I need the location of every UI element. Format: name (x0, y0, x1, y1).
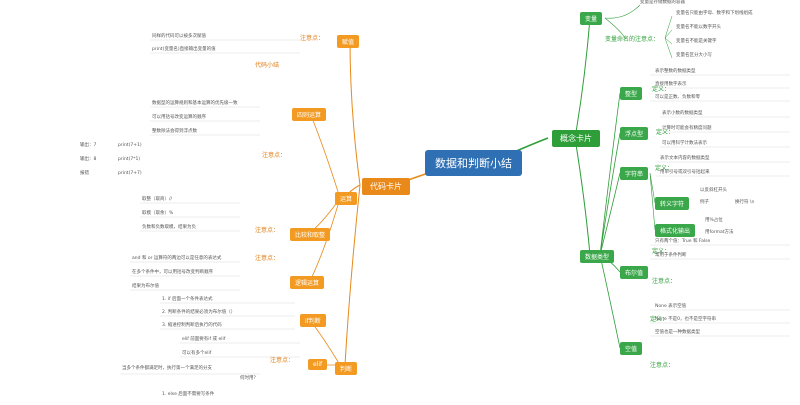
if-leaf: 3. 缩进控制判断后执行的代码 (162, 323, 222, 328)
arith-example: print(7+1) (118, 143, 142, 148)
logic-leaf: 在多个条件中，可以用括号改变判断顺序 (132, 270, 213, 275)
else-leaf: 1. else 后面不需要写条件 (162, 392, 215, 397)
logic-note-label: 注意点： (255, 255, 280, 262)
format-output-node[interactable]: 格式化输出 (655, 224, 696, 237)
naming-leaf: 变量名不能以数字开头 (676, 25, 721, 30)
compare-leaf: 取模（取余）% (142, 211, 174, 216)
arith-leaf: 数据型的运算规则和基本运算的优先级一致 (152, 101, 238, 106)
code-card-branch[interactable]: 代码卡片 (362, 178, 410, 195)
none-leaf: None 不是0，也不是空字符串 (655, 317, 717, 322)
connector (349, 39, 361, 186)
compare-leaf: 负数和负数取模，结果为负 (142, 225, 196, 230)
arith-node[interactable]: 四则运算 (292, 108, 327, 121)
naming-note: 变量命名的注意点： (605, 36, 660, 43)
bool-node[interactable]: 布尔值 (620, 266, 649, 279)
arith-example: print(7+7) (118, 171, 142, 176)
bool-leaf: 常用于条件判断 (655, 253, 687, 258)
connector (599, 92, 621, 349)
float-leaf: 计算时可能会有精度问题 (662, 126, 712, 131)
none-leaf: None 表示空值 (655, 304, 687, 309)
assign-leaf: print(变量名)直接输出变量的值 (152, 47, 216, 52)
judge-node[interactable]: 判断 (335, 362, 358, 375)
arith-example: 报错 (80, 171, 89, 176)
compare-node[interactable]: 比较和取整 (290, 228, 331, 241)
judge-note-label: 注意点： (270, 357, 295, 364)
connector (604, 4, 641, 19)
central-topic[interactable]: 数据和判断小结 (425, 150, 522, 176)
connector (574, 137, 591, 256)
escape-leaf: 例子 (700, 200, 709, 205)
naming-leaf: 变量名只能由字母、数字和下划线组成 (676, 11, 753, 16)
none-node[interactable]: 空值 (620, 342, 643, 355)
assign-node[interactable]: 赋值 (337, 35, 360, 48)
arith-leaf: 可以用括号改变运算的顺序 (152, 115, 206, 120)
arith-note-label: 注意点： (262, 152, 287, 159)
if-node[interactable]: if判断 (300, 314, 326, 327)
bool-leaf: 只有两个值：True 和 False (655, 239, 711, 244)
format-leaf: 用format方法 (705, 230, 734, 235)
int-leaf: 表示整数的数据类型 (655, 69, 696, 74)
variable-node[interactable]: 变量 (580, 12, 603, 25)
arith-example: 输出：8 (80, 157, 97, 162)
code-summary-label: 代码小结 (255, 62, 280, 69)
elif-leaf: 可以有多个elif (182, 351, 212, 356)
concept-card-branch[interactable]: 概念卡片 (552, 130, 600, 147)
elif-node[interactable]: elif (308, 359, 328, 370)
format-leaf: 用%占位 (705, 218, 723, 223)
logic-leaf: 结果为布尔值 (132, 284, 159, 289)
compare-note-label: 注意点： (255, 227, 280, 234)
logic-leaf: and 和 or 运算符的两边可以是任意的表达式 (132, 256, 222, 261)
arith-example: 输出：7 (80, 143, 97, 148)
elif-leaf: 当多个条件都满足时，执行第一个满足的分支 (122, 366, 212, 371)
operations-node[interactable]: 运算 (335, 192, 358, 205)
int-leaf: 可以是正数、负数和零 (655, 95, 700, 100)
elif-leaf: 何时用？ (240, 376, 258, 381)
if-leaf: 1. if 后面一个条件表达式 (162, 297, 213, 302)
float-node[interactable]: 浮点型 (620, 127, 649, 140)
int-leaf: 直接用数字表示 (655, 82, 687, 87)
string-node[interactable]: 字符串 (620, 167, 649, 180)
variable-leaf: 变量是存储数据的容器 (640, 0, 685, 5)
connector (344, 184, 361, 366)
escape-char-node[interactable]: 转义字符 (655, 197, 690, 210)
elif-leaf: elif 前面要有if 或 elif (182, 337, 226, 342)
assign-note-label: 注意点： (300, 35, 325, 42)
int-node[interactable]: 整型 (620, 87, 643, 100)
none-note-label: 注意点： (650, 362, 675, 369)
datatype-node[interactable]: 数据类型 (580, 250, 615, 263)
naming-leaf: 变量名区分大小写 (676, 53, 712, 58)
connector (574, 17, 591, 139)
string-leaf: 表示文本内容的数据类型 (660, 156, 710, 161)
assign-leaf: 同样的代码可以被多次赋值 (152, 34, 206, 39)
connector (664, 15, 673, 59)
arith-leaf: 整数除法会得到浮点数 (152, 129, 197, 134)
none-leaf: 空值也是一种数据类型 (655, 330, 700, 335)
float-leaf: 可以用科学计数法表示 (662, 141, 707, 146)
escape-leaf: 换行符 \n (735, 200, 755, 205)
escape-leaf: 以反斜杠开头 (700, 188, 727, 193)
float-leaf: 表示小数的数据类型 (662, 111, 703, 116)
naming-leaf: 变量名不能是关键字 (676, 39, 717, 44)
logic-node[interactable]: 逻辑运算 (290, 276, 325, 289)
string-leaf: 用单引号或双引号括起来 (660, 170, 710, 175)
arith-example: print(7*1) (118, 157, 141, 162)
if-leaf: 2. 判断条件的结果必须为布尔值（） (162, 310, 236, 315)
bool-note-label: 注意点： (652, 278, 677, 285)
compare-leaf: 取整（取商）// (142, 197, 173, 202)
